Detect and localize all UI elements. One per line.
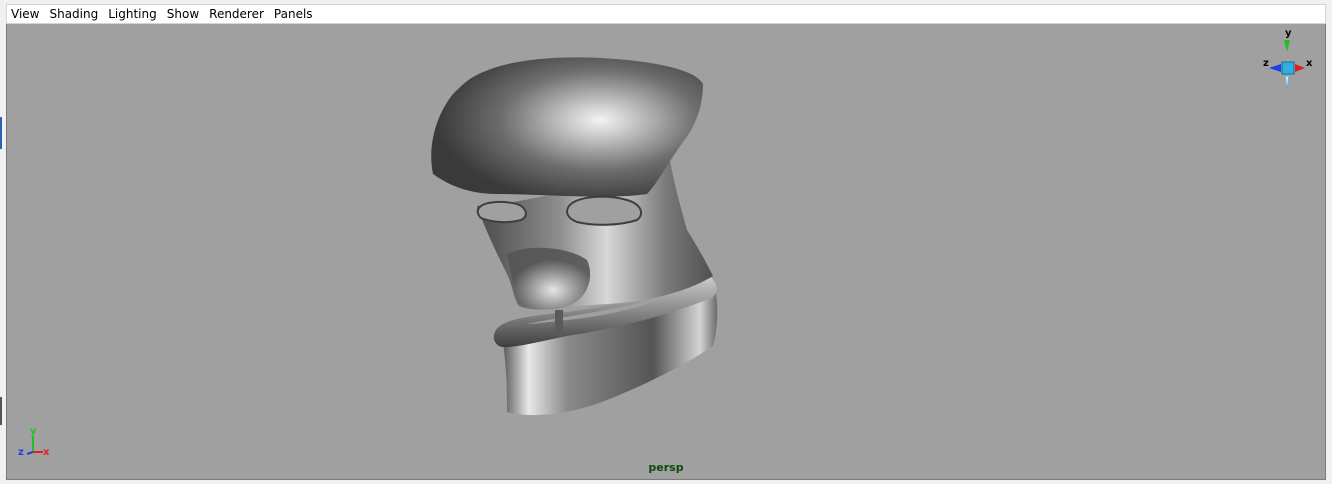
origin-axis-indicator: y x z: [18, 426, 50, 458]
neg-y-axis-cone-icon: [1284, 75, 1290, 91]
panel-menu-bar: View Shading Lighting Show Renderer Pane…: [6, 4, 1326, 24]
y-axis-cone-icon: [1284, 40, 1290, 52]
menu-lighting[interactable]: Lighting: [104, 5, 161, 23]
perspective-viewport[interactable]: y z x y x z persp: [6, 24, 1326, 480]
view-cube-icon[interactable]: [1281, 61, 1295, 75]
right-eye-hole: [566, 195, 643, 226]
camera-name-label: persp: [648, 461, 684, 474]
view-cube-z-label: z: [1263, 58, 1269, 69]
menu-view[interactable]: View: [7, 5, 43, 23]
chin-strut: [555, 310, 563, 336]
menu-shading[interactable]: Shading: [45, 5, 102, 23]
nose: [507, 247, 591, 309]
x-axis-cone-icon: [1295, 64, 1305, 72]
origin-y-label: y: [30, 426, 37, 437]
menu-panels[interactable]: Panels: [270, 5, 317, 23]
menu-renderer[interactable]: Renderer: [205, 5, 268, 23]
mask-model[interactable]: [7, 24, 1326, 480]
origin-x-label: x: [43, 447, 50, 458]
panel-edge-marker: [0, 117, 2, 149]
view-cube-gizmo[interactable]: y z x: [1257, 26, 1317, 102]
left-eye-hole: [476, 200, 527, 224]
origin-z-axis-line: [26, 451, 34, 455]
view-cube-x-label: x: [1306, 58, 1313, 69]
menu-show[interactable]: Show: [163, 5, 203, 23]
origin-z-label: z: [18, 447, 24, 458]
z-axis-cone-icon: [1269, 64, 1281, 72]
maya-viewport-panel: View Shading Lighting Show Renderer Pane…: [0, 0, 1332, 484]
view-cube-y-label: y: [1285, 28, 1292, 39]
panel-edge-marker: [0, 397, 2, 425]
